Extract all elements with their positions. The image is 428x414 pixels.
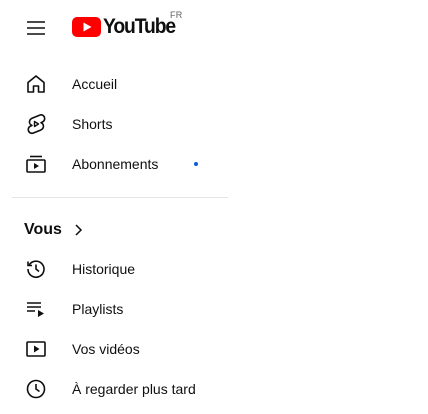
guide-menu-button[interactable] [16, 8, 56, 48]
you-section-title: Vous [24, 221, 62, 238]
guide-item-playlists[interactable]: Playlists [12, 289, 228, 329]
youtube-guide-page: YouTube FR Accueil Shorts Abonnements Vo… [0, 0, 428, 414]
masthead: YouTube FR [0, 0, 428, 56]
youtube-play-logo-icon [72, 17, 101, 37]
guide-item-vos-videos[interactable]: Vos vidéos [12, 329, 228, 369]
guide-item-historique[interactable]: Historique [12, 249, 228, 289]
home-icon [24, 72, 48, 96]
guide-item-label: Historique [72, 261, 136, 277]
youtube-wordmark: YouTube [103, 15, 176, 38]
chevron-right-icon [70, 222, 86, 238]
guide-item-label: À regarder plus tard [72, 381, 196, 397]
section-divider [12, 197, 228, 198]
guide-item-label: Abonnements [72, 156, 159, 172]
guide-item-label: Shorts [72, 116, 113, 132]
you-section-header[interactable]: Vous [12, 210, 228, 250]
subscriptions-icon [24, 152, 48, 176]
shorts-icon [24, 112, 48, 136]
guide-item-label: Vos vidéos [72, 341, 140, 357]
playlists-icon [24, 297, 48, 321]
guide-item-a-regarder-plus-tard[interactable]: À regarder plus tard [12, 369, 228, 409]
history-icon [24, 257, 48, 281]
your-videos-icon [24, 337, 48, 361]
guide-item-shorts[interactable]: Shorts [12, 104, 228, 144]
guide-you-section: Historique Playlists Vos vidéos À regard… [12, 249, 228, 409]
new-content-dot [194, 162, 198, 166]
guide-item-label: Playlists [72, 301, 124, 317]
guide-item-accueil[interactable]: Accueil [12, 64, 228, 104]
watch-later-icon [24, 377, 48, 401]
youtube-logo-link[interactable]: YouTube FR [72, 10, 183, 42]
guide-primary-section: Accueil Shorts Abonnements [12, 64, 228, 184]
country-code: FR [170, 10, 183, 20]
guide-item-abonnements[interactable]: Abonnements [12, 144, 228, 184]
hamburger-menu-icon [24, 16, 48, 40]
guide-item-label: Accueil [72, 76, 118, 92]
